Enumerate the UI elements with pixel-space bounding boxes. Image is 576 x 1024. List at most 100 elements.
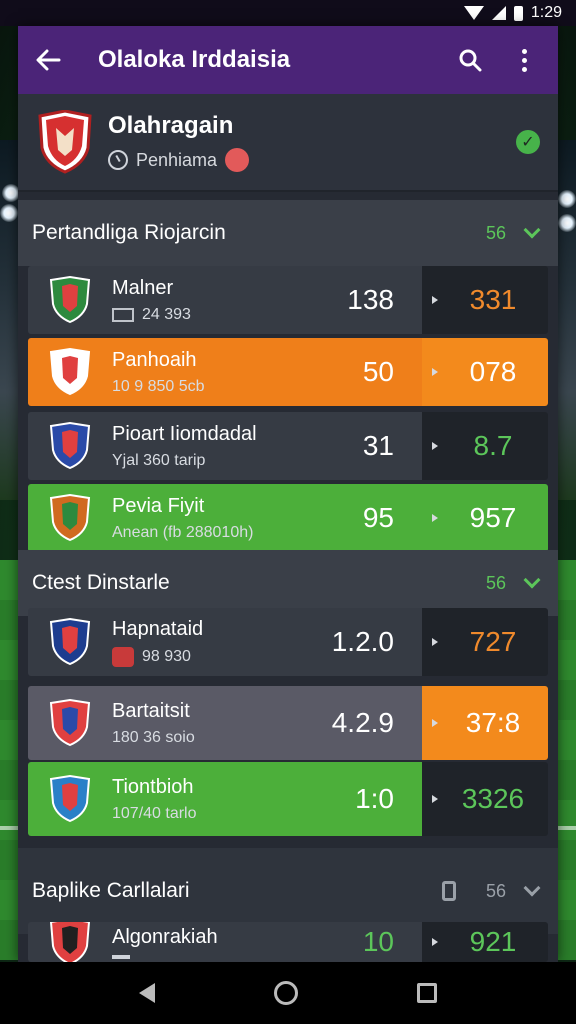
section-header[interactable]: Ctest Dinstarle 56 (18, 550, 558, 616)
screen-icon (112, 307, 134, 322)
match-info: 98 930 (142, 647, 191, 665)
team-name: Hapnataid (112, 617, 204, 640)
odds-value: 727 (469, 626, 517, 657)
match-score: 10 (362, 926, 394, 957)
odds-button[interactable]: 331 (422, 266, 548, 334)
match-row[interactable]: Hapnataid 98 930 1.2.0 727 (28, 608, 548, 676)
odds-value: 331 (469, 284, 517, 315)
section-count: 56 (485, 572, 506, 593)
section-count: 56 (485, 880, 506, 901)
match-score: 95 (362, 502, 394, 533)
match-score: 138 (347, 284, 394, 315)
chevron-down-icon[interactable] (523, 221, 541, 239)
navigation-bar (0, 962, 576, 1024)
floodlight (0, 204, 18, 222)
match-score: 31 (362, 430, 394, 461)
match-row[interactable]: Tiontbioh 107/40 tarlo 1:0 3326 (28, 762, 548, 836)
team-crest-icon (49, 494, 91, 542)
odds-button[interactable]: 921 (422, 922, 548, 962)
floodlight (558, 190, 576, 208)
section-header[interactable]: Pertandliga Riojarcin 56 (18, 200, 558, 266)
match-row[interactable]: Pioart Iiomdadal Yjal 360 tarip 31 8.7 (28, 412, 548, 480)
team-name: Pevia Fiyit (112, 494, 205, 517)
wifi-icon (463, 6, 484, 20)
odds-button[interactable]: 3326 (422, 762, 548, 836)
app-bar: Olaloka Irddaisia (18, 26, 558, 94)
floodlight (558, 214, 576, 232)
team-crest-icon (49, 922, 91, 962)
team-name: Tiontbioh (112, 775, 194, 798)
odds-button[interactable]: 078 (422, 338, 548, 406)
odds-button[interactable]: 8.7 (422, 412, 548, 480)
match-row[interactable]: Panhoaih 10 9 850 5cb 50 078 (28, 338, 548, 406)
team-crest-icon (49, 618, 91, 666)
app-title: Olaloka Irddaisia (98, 46, 291, 73)
live-indicator-icon (225, 148, 250, 172)
nav-recents-icon[interactable] (416, 983, 437, 1003)
match-row[interactable]: Algonrakiah 10 921 (28, 922, 548, 962)
more-options-button[interactable] (504, 40, 544, 80)
team-crest-icon (49, 276, 91, 324)
team-crest-icon (38, 110, 92, 174)
match-info: Anean (fb 288010h) (112, 523, 254, 541)
odds-value: 37:8 (465, 707, 521, 738)
match-info: Yjal 360 tarip (112, 451, 206, 469)
signal-icon (491, 6, 506, 20)
team-name: Pioart Iiomdadal (112, 422, 257, 445)
search-icon (459, 49, 482, 72)
match-score: 4.2.9 (331, 707, 394, 738)
status-time: 1:29 (530, 4, 562, 21)
arrow-left-icon (36, 49, 61, 71)
match-score: 50 (362, 356, 394, 387)
team-name: Algonrakiah (112, 925, 218, 948)
dash-icon (112, 954, 130, 959)
section-title: Pertandliga Riojarcin (32, 221, 226, 244)
match-row[interactable]: Bartaitsit 180 36 soio 4.2.9 37:8 (28, 686, 548, 760)
section-title: Baplike Carllalari (32, 879, 190, 902)
search-button[interactable] (450, 40, 490, 80)
section-count: 56 (485, 222, 506, 243)
match-score: 1.2.0 (331, 626, 394, 657)
match-info: 180 36 soio (112, 728, 195, 746)
team-subtitle: Penhiama (136, 149, 218, 170)
check-circle-icon[interactable]: ✓ (516, 130, 540, 154)
team-crest-icon (49, 348, 91, 396)
team-crest-icon (49, 699, 91, 747)
team-name: Bartaitsit (112, 699, 190, 722)
match-info: 10 9 850 5cb (112, 377, 205, 395)
match-score: 1:0 (355, 783, 394, 814)
team-name: Malner (112, 276, 174, 299)
odds-value: 957 (469, 502, 517, 533)
match-section: Ctest Dinstarle 56 (18, 550, 558, 616)
team-name: Olahragain (108, 112, 234, 139)
match-info: 24 393 (142, 305, 191, 323)
nav-back-icon[interactable] (139, 983, 156, 1003)
odds-button[interactable]: 727 (422, 608, 548, 676)
match-row[interactable]: Pevia Fiyit Anean (fb 288010h) 95 957 (28, 484, 548, 552)
match-row[interactable]: Malner 24 393 138 331 (28, 266, 548, 334)
clock-icon (108, 150, 128, 170)
section-title: Ctest Dinstarle (32, 571, 170, 594)
match-info: 107/40 tarlo (112, 804, 197, 822)
more-vert-icon (521, 48, 527, 72)
odds-value: 8.7 (473, 430, 513, 461)
main-panel: Olaloka Irddaisia Olahragain Penhiama ✓ (18, 26, 558, 962)
odds-value: 3326 (461, 783, 525, 814)
battery-icon (513, 5, 523, 21)
phone-icon (441, 881, 456, 901)
odds-value: 078 (469, 356, 517, 387)
match-section: Pertandliga Riojarcin 56 (18, 200, 558, 266)
status-bar: 1:29 (0, 0, 576, 26)
mini-crest-icon (112, 646, 134, 667)
chevron-down-icon[interactable] (523, 571, 541, 589)
chevron-down-icon[interactable] (523, 879, 541, 897)
team-name: Panhoaih (112, 348, 197, 371)
nav-home-icon[interactable] (273, 981, 298, 1005)
odds-button[interactable]: 957 (422, 484, 548, 552)
odds-button[interactable]: 37:8 (422, 686, 548, 760)
odds-value: 921 (469, 926, 517, 957)
team-header[interactable]: Olahragain Penhiama ✓ (18, 94, 558, 192)
team-crest-icon (49, 422, 91, 470)
team-crest-icon (49, 775, 91, 823)
back-button[interactable] (32, 44, 64, 76)
